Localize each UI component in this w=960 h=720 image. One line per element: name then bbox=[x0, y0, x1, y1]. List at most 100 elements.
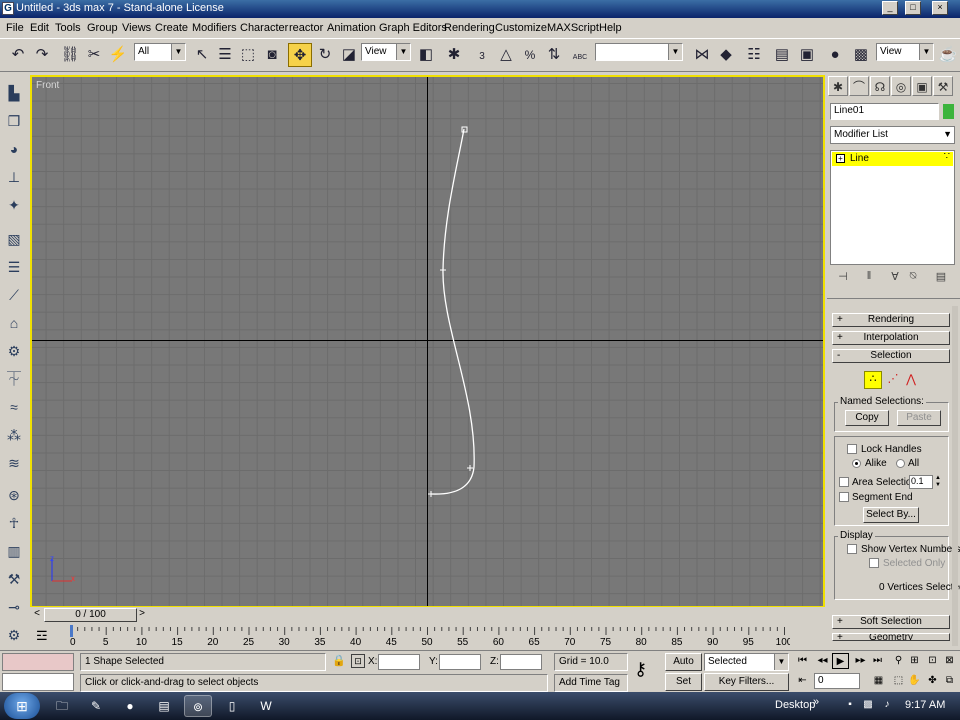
zoom-all-icon[interactable]: ⊞ bbox=[906, 653, 923, 669]
make-unique-icon[interactable]: ∀ bbox=[887, 270, 903, 286]
helper-icon[interactable]: ⟋ bbox=[3, 284, 25, 306]
zoom-extents-all-icon[interactable]: ⊠ bbox=[941, 653, 958, 669]
curve-editor-icon[interactable]: ▤ bbox=[770, 43, 794, 67]
object-name-field[interactable]: Line01 bbox=[830, 103, 939, 120]
volume-icon[interactable]: ♪ bbox=[880, 698, 894, 712]
menu-create[interactable]: Create bbox=[155, 22, 188, 34]
spinner-snap-icon[interactable]: ⇅ bbox=[542, 43, 566, 67]
utilities-tab-icon[interactable]: ⚒ bbox=[933, 76, 953, 96]
menu-customize[interactable]: Customize bbox=[495, 22, 547, 34]
absolute-mode-icon[interactable]: ⊡ bbox=[351, 654, 365, 668]
named-selection-sets-dropdown[interactable]: ▼ bbox=[595, 43, 683, 61]
spline-end-vertex[interactable] bbox=[428, 491, 434, 497]
pivot-center-icon[interactable]: ◧ bbox=[414, 43, 438, 67]
menu-edit[interactable]: Edit bbox=[30, 22, 49, 34]
star-shape-icon[interactable]: ✦ bbox=[3, 194, 25, 216]
current-frame-marker[interactable] bbox=[70, 625, 73, 637]
play-icon[interactable]: ▶ bbox=[832, 653, 849, 669]
arc-rotate-icon[interactable]: ✤ bbox=[924, 673, 941, 689]
expand-icon[interactable]: + bbox=[836, 154, 845, 163]
create-tab-icon[interactable]: ✱ bbox=[828, 76, 848, 96]
explorer-icon[interactable]: 🗀 bbox=[48, 695, 76, 717]
stack-item-line[interactable]: + Line ∵ bbox=[832, 151, 953, 166]
motion-tab-icon[interactable]: ◎ bbox=[891, 76, 911, 96]
space-warp-icon[interactable]: ≈ bbox=[3, 396, 25, 418]
redo-icon[interactable]: ↷ bbox=[30, 43, 54, 67]
layer-manager-icon[interactable]: ☷ bbox=[742, 43, 766, 67]
align-icon[interactable]: ◆ bbox=[714, 43, 738, 67]
key-icon[interactable]: ⚷ bbox=[634, 659, 647, 680]
rollout-rendering[interactable]: + Rendering bbox=[832, 313, 950, 327]
area-selection-spinner[interactable]: 0.1 bbox=[909, 475, 933, 489]
y-coordinate-field[interactable] bbox=[439, 654, 481, 670]
selection-filter-dropdown[interactable]: All ▼ bbox=[134, 43, 186, 61]
pan-icon[interactable]: ✋ bbox=[906, 673, 923, 689]
notes-icon[interactable]: ▯ bbox=[218, 695, 246, 717]
angle-snap-icon[interactable]: △ bbox=[494, 43, 518, 67]
unlink-icon[interactable]: ✂ bbox=[82, 43, 106, 67]
menu-tools[interactable]: Tools bbox=[55, 22, 81, 34]
menu-rendering[interactable]: Rendering bbox=[444, 22, 495, 34]
reference-coordinate-dropdown[interactable]: View ▼ bbox=[361, 43, 411, 61]
key-filters-button[interactable]: Key Filters... bbox=[704, 673, 789, 691]
track-ruler[interactable]: 0 5 10 15 20 25 30 35 40 45 50 55 60 65 70 75 80 85 90 95 10… bbox=[70, 625, 790, 648]
tool-icon[interactable]: ⚒ bbox=[3, 568, 25, 590]
rollout-interpolation[interactable]: + Interpolation bbox=[832, 331, 950, 345]
go-to-start-icon[interactable]: ⏮ bbox=[794, 653, 811, 669]
time-slider-prev[interactable]: < bbox=[31, 608, 43, 622]
spline-line01[interactable] bbox=[32, 77, 823, 606]
command-panel-scrollbar[interactable] bbox=[952, 306, 958, 646]
copy-button[interactable]: Copy bbox=[845, 410, 889, 426]
cone-icon[interactable]: ⊥ bbox=[3, 166, 25, 188]
menu-modifiers[interactable]: Modifiers bbox=[192, 22, 237, 34]
front-viewport[interactable]: Front z x bbox=[30, 75, 825, 608]
menu-group[interactable]: Group bbox=[87, 22, 118, 34]
current-frame-field[interactable]: 0 bbox=[814, 673, 860, 689]
spline-vertex-2[interactable] bbox=[440, 267, 446, 273]
time-slider[interactable]: < 0 / 100 > bbox=[30, 607, 825, 623]
camera-icon[interactable]: ⌂ bbox=[3, 312, 25, 334]
select-and-scale-icon[interactable]: ◪ bbox=[337, 43, 361, 67]
pin-stack-icon[interactable]: ⊣ bbox=[835, 270, 851, 286]
segment-mode-icon[interactable]: ⋰ bbox=[885, 371, 901, 389]
percent-snap-icon[interactable]: % bbox=[518, 43, 542, 67]
select-by-name-icon[interactable]: ☰ bbox=[213, 43, 237, 67]
alike-radio[interactable] bbox=[852, 459, 861, 468]
spinner-arrows-icon[interactable]: ▲ ▼ bbox=[934, 475, 942, 489]
menu-graph-editors[interactable]: Graph Editors bbox=[379, 22, 447, 34]
time-slider-next[interactable]: > bbox=[136, 608, 148, 622]
material-editor-icon[interactable]: ● bbox=[823, 43, 847, 67]
mini-curve-editor-icon[interactable]: ☲ bbox=[36, 628, 48, 644]
bind-to-space-warp-icon[interactable]: ⚡ bbox=[106, 43, 130, 67]
sphere-icon[interactable]: ◕ bbox=[3, 138, 25, 160]
key-mode-toggle-icon[interactable]: ⇤ bbox=[794, 673, 811, 689]
render-scene-icon[interactable]: ▩ bbox=[849, 43, 873, 67]
key-mode-dropdown[interactable]: Selected ▼ bbox=[704, 653, 789, 671]
lock-handles-checkbox[interactable] bbox=[847, 444, 857, 454]
object-color-swatch[interactable] bbox=[943, 104, 954, 119]
manipulate-icon[interactable]: ✱ bbox=[442, 43, 466, 67]
paste-button[interactable]: Paste bbox=[897, 410, 941, 426]
area-selection-checkbox[interactable] bbox=[839, 477, 849, 487]
show-vertex-numbers-checkbox[interactable] bbox=[847, 544, 857, 554]
quick-render-icon[interactable]: ☕ bbox=[936, 43, 960, 67]
clock[interactable]: 9:17 AM bbox=[905, 699, 945, 711]
menu-file[interactable]: File bbox=[6, 22, 24, 34]
box-icon[interactable]: ❒ bbox=[3, 110, 25, 132]
create-icon[interactable]: ▙ bbox=[3, 82, 25, 104]
maxscript-listener-white[interactable] bbox=[2, 673, 74, 691]
spline-vertex-3[interactable] bbox=[467, 465, 473, 471]
set-key-button[interactable]: Set Key bbox=[665, 673, 702, 703]
network-icon[interactable]: ▩ bbox=[861, 698, 875, 712]
time-slider-thumb[interactable]: 0 / 100 bbox=[44, 608, 137, 622]
menu-views[interactable]: Views bbox=[122, 22, 151, 34]
modifier-list-dropdown[interactable]: Modifier List ▼ bbox=[830, 126, 955, 144]
rollout-geometry[interactable]: + Geometry bbox=[832, 633, 950, 641]
next-frame-icon[interactable]: ▸▸ bbox=[852, 653, 869, 669]
lock-icon[interactable]: 🔒 bbox=[332, 654, 346, 667]
go-to-end-icon[interactable]: ⏭ bbox=[869, 653, 886, 669]
maximize-button[interactable]: □ bbox=[905, 1, 921, 15]
region-zoom-icon[interactable]: ⬚ bbox=[890, 673, 907, 689]
rectangular-selection-icon[interactable]: ⬚ bbox=[236, 43, 260, 67]
close-button[interactable]: × bbox=[932, 1, 948, 15]
